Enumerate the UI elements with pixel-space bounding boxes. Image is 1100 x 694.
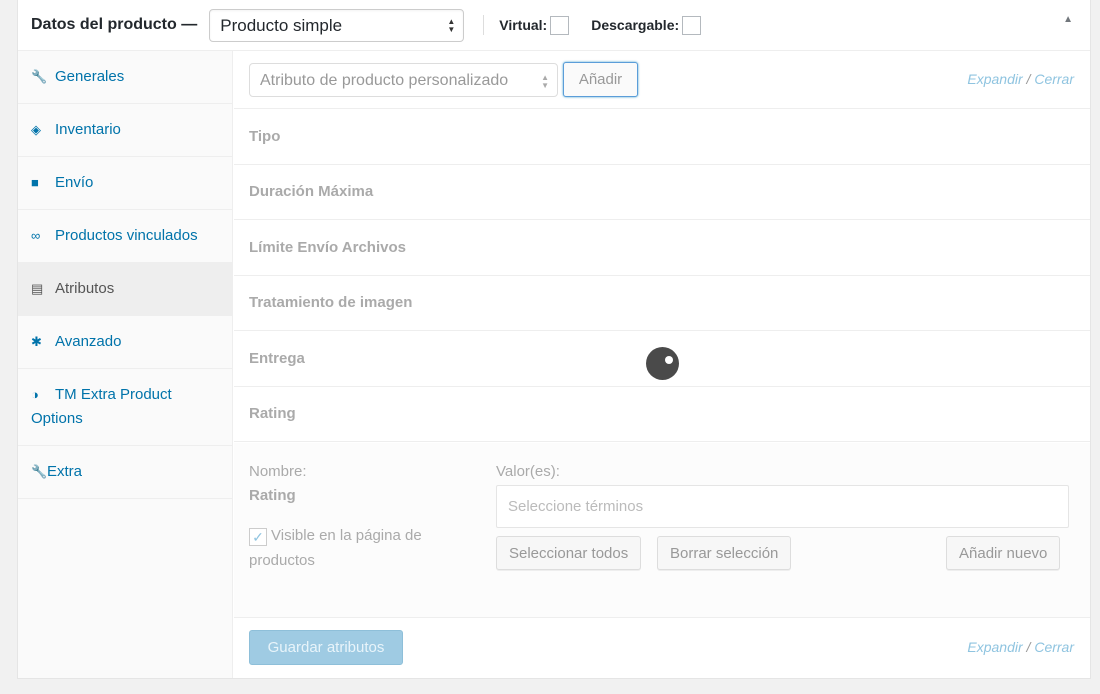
slash: / [1022, 639, 1035, 655]
expand-link[interactable]: Expandir [967, 639, 1022, 655]
product-data-box: Datos del producto — Producto simple ▲ ▼ … [17, 0, 1091, 679]
downloadable-label: Descargable: [591, 17, 680, 33]
select-all-button[interactable]: Seleccionar todos [496, 536, 642, 570]
product-data-header: Datos del producto — Producto simple ▲ ▼ … [18, 0, 1090, 51]
values-label: Valor(es): [496, 463, 560, 480]
virtual-label: Virtual: [499, 17, 548, 33]
tab-label: Productos vinculados [55, 227, 198, 244]
add-attribute-button[interactable]: Añadir [563, 62, 638, 97]
tab-productos-vinculados[interactable]: ∞ Productos vinculados [18, 210, 232, 263]
wrench-icon: 🔧 [31, 69, 48, 84]
expand-collapse-links-bottom: Expandir / Cerrar [967, 639, 1074, 655]
attribute-type-select[interactable]: Atributo de producto personalizado ▲ ▼ [249, 63, 558, 97]
attribute-row[interactable]: Límite Envío Archivos [234, 220, 1090, 276]
attribute-row[interactable]: Tipo [234, 109, 1090, 165]
save-attributes-button[interactable]: Guardar atributos [249, 630, 403, 665]
attribute-row[interactable]: Tratamiento de imagen [234, 276, 1090, 331]
visible-label: Visible en la página de productos [249, 527, 422, 569]
tab-label: Envío [55, 174, 94, 191]
list-icon: ▤ [31, 281, 44, 296]
attribute-select-value: Atributo de producto personalizado [260, 72, 509, 89]
tab-avanzado[interactable]: ✱ Avanzado [18, 316, 232, 369]
expand-collapse-links: Expandir / Cerrar [967, 71, 1074, 87]
select-arrows-icon: ▲ ▼ [541, 73, 549, 90]
product-data-title: Datos del producto — [31, 16, 198, 33]
tab-tm-extra-product-options[interactable]: ◑ TM Extra Product Options [18, 369, 232, 446]
name-value: Rating [249, 487, 296, 504]
tab-generales[interactable]: 🔧 Generales [18, 51, 232, 104]
downloadable-checkbox[interactable] [682, 15, 702, 35]
tab-label: Inventario [55, 121, 121, 138]
slash: / [1022, 71, 1035, 87]
name-label: Nombre: [249, 463, 307, 480]
wrench-icon: 🔧 [31, 464, 48, 479]
virtual-checkbox[interactable] [550, 15, 570, 35]
header-divider [483, 15, 485, 35]
truck-icon: ■ [31, 175, 39, 190]
gear-icon: ✱ [31, 334, 42, 349]
clear-selection-button[interactable]: Borrar selección [657, 536, 792, 570]
contrast-icon: ◑ [31, 387, 39, 402]
tab-label: Extra [47, 463, 83, 480]
add-new-term-button[interactable]: Añadir nuevo [946, 536, 1061, 570]
attribute-detail: Nombre: Rating Valor(es): Seleccione tér… [234, 443, 1090, 618]
attributes-panel: Atributo de producto personalizado ▲ ▼ Añ… [234, 51, 1090, 678]
expand-link[interactable]: Expandir [967, 71, 1022, 87]
loading-spinner-icon [646, 347, 679, 380]
product-type-value: Producto simple [220, 15, 343, 35]
visible-on-product-page[interactable]: ✓ Visible en la página de productos [249, 523, 449, 573]
terms-select[interactable]: Seleccione términos [496, 485, 1069, 528]
product-data-tabs: 🔧 Generales ◈ Inventario ■ Envío ∞ Productos… [18, 51, 233, 678]
tab-atributos[interactable]: ▤ Atributos [18, 263, 232, 316]
tag-icon: ◈ [31, 122, 41, 137]
attribute-row[interactable]: Rating [234, 387, 1090, 442]
tab-label: Avanzado [55, 333, 122, 350]
product-type-select[interactable]: Producto simple ▲ ▼ [209, 8, 465, 42]
collapse-link[interactable]: Cerrar [1034, 639, 1074, 655]
visible-checkbox[interactable]: ✓ [249, 528, 267, 546]
select-arrows-icon: ▲ ▼ [447, 16, 456, 34]
tab-inventario[interactable]: ◈ Inventario [18, 104, 232, 157]
collapse-toggle-icon[interactable]: ▲ [1063, 14, 1073, 25]
tab-label: Generales [55, 68, 125, 85]
terms-placeholder: Seleccione términos [508, 498, 644, 515]
attributes-toolbar: Atributo de producto personalizado ▲ ▼ Añ… [234, 51, 1090, 109]
tab-envio[interactable]: ■ Envío [18, 157, 232, 210]
link-icon: ∞ [31, 228, 41, 243]
collapse-link[interactable]: Cerrar [1034, 71, 1074, 87]
tab-extra[interactable]: 🔧Extra [18, 446, 232, 499]
tab-label: Atributos [55, 280, 115, 297]
attribute-row[interactable]: Duración Máxima [234, 165, 1090, 220]
